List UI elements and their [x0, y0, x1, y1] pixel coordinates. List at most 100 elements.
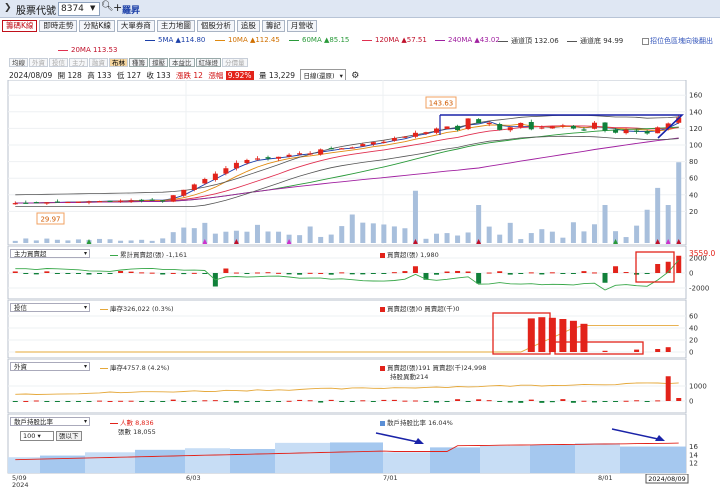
- candle-body: [44, 202, 50, 204]
- main-force-chart[interactable]: 20000-2000 3559.0: [0, 246, 720, 300]
- subtab-support[interactable]: 撐壓: [149, 58, 168, 67]
- tab-big-order[interactable]: 大單券商: [116, 20, 155, 32]
- tab-chip-kline[interactable]: 籌碼K線: [2, 20, 38, 32]
- trust-bar: [569, 320, 577, 352]
- tab-realtime[interactable]: 即時走勢: [39, 20, 78, 32]
- volume-bar: [528, 233, 534, 243]
- quote-change: 漲跌 12: [176, 71, 203, 80]
- candle-body: [297, 153, 303, 155]
- trust-bar: [527, 318, 535, 352]
- foreign-bar: [33, 400, 39, 402]
- chevron-down-icon[interactable]: ▼: [90, 4, 95, 12]
- volume-bar: [412, 190, 418, 243]
- candle-body: [507, 127, 513, 131]
- foreign-bar: [634, 400, 640, 402]
- subtab-margin[interactable]: 融資: [89, 58, 108, 67]
- main-force-bar: [539, 273, 545, 275]
- quantity-input[interactable]: 100 ▾: [20, 431, 54, 441]
- foreign-bar: [402, 400, 408, 402]
- axis-tick: 40: [689, 325, 698, 333]
- collapse-arrow-icon[interactable]: ❯: [4, 3, 12, 13]
- retail-select[interactable]: 散戶持股比率 ▾: [10, 417, 90, 426]
- x-label-year: 2024: [12, 481, 29, 488]
- foreign-bar: [23, 400, 29, 402]
- subtab-foreign[interactable]: 外資: [29, 58, 48, 67]
- subtab-main[interactable]: 主力: [69, 58, 88, 67]
- volume-bar: [391, 226, 397, 243]
- volume-bar: [402, 228, 408, 243]
- main-force-bar: [191, 272, 197, 274]
- tab-track[interactable]: 追股: [236, 20, 260, 32]
- axis-tick: 12: [689, 459, 698, 467]
- candle-body: [23, 202, 29, 204]
- candle-body: [570, 125, 576, 129]
- foreign-bar: [486, 400, 492, 402]
- volume-bar: [191, 228, 197, 243]
- subtab-traffic-light[interactable]: 紅綠燈: [195, 58, 221, 67]
- foreign-select[interactable]: 外資 ▾: [10, 362, 90, 371]
- candle-body: [528, 121, 534, 130]
- search-icon[interactable]: 🔍︎: [101, 1, 114, 12]
- ma240-legend: 240MA ▲43.02: [435, 36, 500, 44]
- candle-body: [54, 201, 60, 203]
- main-force-bar: [265, 272, 271, 274]
- main-force-bar: [676, 255, 682, 273]
- main-force-bar: [202, 273, 208, 274]
- main-force-bar: [349, 273, 355, 275]
- quote-high: 高 133: [87, 71, 112, 80]
- volume-bar: [65, 240, 71, 243]
- volume-bar: [349, 214, 355, 243]
- subtab-chips[interactable]: 種籌: [129, 58, 148, 67]
- foreign-bar: [539, 401, 545, 403]
- add-icon[interactable]: +: [113, 1, 122, 14]
- tab-monthly-revenue[interactable]: 月營收: [286, 20, 318, 32]
- volume-bar: [54, 239, 60, 243]
- candle-body: [97, 201, 103, 203]
- main-force-bar: [391, 272, 397, 274]
- quote-line: 2024/08/09 開 128 高 133 低 127 收 133 漲跌 12…: [9, 69, 362, 81]
- block-display-toggle[interactable]: 招位色區塊向後翻出: [642, 36, 713, 46]
- stock-name[interactable]: 羅昇: [122, 3, 140, 16]
- stock-code-label: 股票代號: [16, 6, 56, 17]
- main-force-bar: [570, 273, 576, 274]
- retail-chart[interactable]: 161412: [0, 414, 720, 474]
- tab-notes[interactable]: 籌記: [261, 20, 285, 32]
- tab-branch-kline[interactable]: 分點K線: [79, 20, 115, 32]
- main-force-select[interactable]: 主力買賣超 ▾: [10, 249, 90, 258]
- tab-stock-analysis[interactable]: 個股分析: [196, 20, 235, 32]
- main-force-bar: [444, 271, 450, 273]
- volume-bar: [107, 239, 113, 243]
- svg-text:29.97: 29.97: [40, 216, 60, 224]
- candle-body: [423, 132, 429, 134]
- quantity-unit-button[interactable]: 張以下: [56, 431, 82, 441]
- foreign-bar: [307, 400, 313, 402]
- retail-ratio-step: [185, 448, 230, 473]
- candle-body: [549, 126, 555, 129]
- x-label-june: 6/03: [186, 474, 201, 482]
- subtab-pe[interactable]: 本益比: [169, 58, 195, 67]
- trust-select[interactable]: 投信 ▾: [10, 303, 90, 312]
- tab-main-map[interactable]: 主力地圖: [156, 20, 195, 32]
- subtab-ma[interactable]: 均線: [9, 58, 28, 67]
- foreign-bar: [244, 401, 250, 402]
- main-force-bar: [276, 272, 282, 274]
- volume-bar: [581, 231, 587, 243]
- main-force-bar: [381, 273, 387, 274]
- subtab-price-volume[interactable]: 分價量: [222, 58, 248, 67]
- checkbox-icon[interactable]: [642, 37, 649, 45]
- foreign-bar: [86, 401, 92, 402]
- candle-body: [86, 201, 92, 203]
- subtab-bollinger[interactable]: 布林: [109, 58, 128, 67]
- volume-bar: [318, 236, 324, 243]
- trust-legend-bar: 買賣超(張)0 買賣超(千)0: [380, 303, 459, 313]
- volume-bar: [381, 224, 387, 243]
- retail-ratio-step: [480, 445, 530, 473]
- subtab-trust[interactable]: 投信: [49, 58, 68, 67]
- candle-body: [434, 128, 440, 133]
- foreign-bar: [212, 400, 218, 402]
- candle-body: [634, 130, 640, 132]
- foreign-bar: [507, 401, 513, 403]
- price-chart[interactable]: 160 140 120 100 80 60 40 20 143.63 29.97: [0, 80, 720, 246]
- volume-bar: [497, 234, 503, 243]
- volume-bar: [181, 227, 187, 243]
